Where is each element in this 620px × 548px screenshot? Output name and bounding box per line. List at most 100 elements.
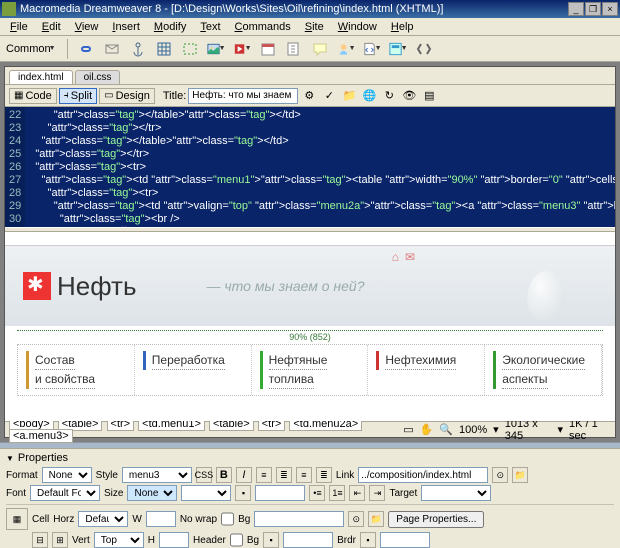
- target-select[interactable]: [421, 485, 491, 501]
- comment-icon[interactable]: [309, 38, 331, 60]
- merge-cells-icon[interactable]: ⊟: [32, 532, 48, 548]
- nav-item-refining[interactable]: Переработка: [135, 345, 252, 395]
- bg-color-input[interactable]: [283, 532, 333, 548]
- h-input[interactable]: [159, 532, 189, 548]
- properties-title[interactable]: ▼Properties: [6, 451, 614, 465]
- bg-browse-icon[interactable]: 📁: [368, 511, 384, 527]
- nav-item-fuels[interactable]: Нефтяныетоплива: [252, 345, 369, 395]
- size-select[interactable]: None: [127, 485, 177, 501]
- nav-item-composition[interactable]: Состави свойства: [18, 345, 135, 395]
- bg-input[interactable]: [254, 511, 344, 527]
- div-icon[interactable]: [179, 38, 201, 60]
- split-cells-icon[interactable]: ⊞: [52, 532, 68, 548]
- point-to-file-icon[interactable]: ⊙: [492, 467, 508, 483]
- named-anchor-icon[interactable]: [127, 38, 149, 60]
- w-input[interactable]: [146, 511, 176, 527]
- brdr-color-input[interactable]: [380, 532, 430, 548]
- format-label: Format: [6, 470, 38, 481]
- tag-path[interactable]: <body> <table> <tr> <td.menu1> <table> <…: [9, 418, 403, 442]
- format-select[interactable]: None: [42, 467, 92, 483]
- date-icon[interactable]: [257, 38, 279, 60]
- font-select[interactable]: Default Font: [30, 485, 100, 501]
- menu-modify[interactable]: Modify: [148, 20, 192, 34]
- menu-site[interactable]: Site: [299, 20, 330, 34]
- outdent-icon[interactable]: ⇤: [349, 485, 365, 501]
- brdr-color-swatch[interactable]: ▪: [360, 532, 376, 548]
- menu-help[interactable]: Help: [385, 20, 420, 34]
- tab-index-html[interactable]: index.html: [9, 70, 73, 84]
- bg-color-swatch[interactable]: ▪: [263, 532, 279, 548]
- style-select[interactable]: menu3: [122, 467, 192, 483]
- document-tabs: index.html oil.css: [5, 67, 615, 85]
- menu-view[interactable]: View: [69, 20, 105, 34]
- menu-text[interactable]: Text: [194, 20, 226, 34]
- home-icon[interactable]: ⌂: [392, 250, 399, 264]
- hand-tool-icon[interactable]: ✋: [420, 423, 434, 436]
- visual-aids-icon[interactable]: ▤: [420, 87, 438, 105]
- italic-button[interactable]: I: [236, 467, 252, 483]
- indent-icon[interactable]: ⇥: [369, 485, 385, 501]
- bold-button[interactable]: B: [216, 467, 232, 483]
- code-content[interactable]: "attr">class="tag"></table>"attr">class=…: [25, 107, 615, 227]
- templates-icon[interactable]: ▼: [387, 38, 409, 60]
- horz-select[interactable]: Default: [78, 511, 128, 527]
- refresh-icon[interactable]: ↻: [380, 87, 398, 105]
- ul-icon[interactable]: •≡: [309, 485, 325, 501]
- table-icon[interactable]: [153, 38, 175, 60]
- hyperlink-icon[interactable]: [75, 38, 97, 60]
- ol-icon[interactable]: 1≡: [329, 485, 345, 501]
- head-icon[interactable]: ▼: [335, 38, 357, 60]
- vert-select[interactable]: Top: [94, 532, 144, 548]
- insert-category[interactable]: Common ▼: [6, 43, 56, 55]
- menu-commands[interactable]: Commands: [229, 20, 297, 34]
- align-justify-icon[interactable]: ≣: [316, 467, 332, 483]
- image-icon[interactable]: ▼: [205, 38, 227, 60]
- cell-icon[interactable]: ▦: [6, 508, 28, 530]
- design-view[interactable]: ⌂ ✉ Нефть — что мы знаем о ней? 90% (852…: [5, 246, 615, 421]
- view-options-icon[interactable]: 👁: [400, 87, 418, 105]
- text-color-input[interactable]: [255, 485, 305, 501]
- document-toolbar: ▦ Code ⫞ Split ▭ Design Title: ⚙ ✓ 📁 🌐 ↻…: [5, 85, 615, 107]
- align-left-icon[interactable]: ≡: [256, 467, 272, 483]
- menu-insert[interactable]: Insert: [106, 20, 146, 34]
- design-view-button[interactable]: ▭ Design: [99, 88, 155, 104]
- minimize-button[interactable]: _: [568, 2, 584, 16]
- size-unit-select[interactable]: [181, 485, 231, 501]
- nowrap-checkbox[interactable]: [221, 511, 234, 527]
- media-icon[interactable]: ▼: [231, 38, 253, 60]
- split-view-button[interactable]: ⫞ Split: [59, 88, 97, 104]
- maximize-button[interactable]: ❐: [585, 2, 601, 16]
- text-color-icon[interactable]: ▪: [235, 485, 251, 501]
- window-size[interactable]: 1013 x 345: [505, 418, 552, 442]
- page-properties-button[interactable]: Page Properties...: [388, 511, 484, 528]
- align-right-icon[interactable]: ≡: [296, 467, 312, 483]
- menu-window[interactable]: Window: [332, 20, 383, 34]
- document-title-input[interactable]: [188, 88, 298, 104]
- css-button[interactable]: CSS: [196, 467, 212, 483]
- menu-file[interactable]: File: [4, 20, 34, 34]
- zoom-tool-icon[interactable]: 🔍: [439, 423, 453, 436]
- close-button[interactable]: ×: [602, 2, 618, 16]
- email-link-icon[interactable]: [101, 38, 123, 60]
- link-input[interactable]: [358, 467, 488, 483]
- mail-icon[interactable]: ✉: [405, 250, 415, 264]
- nav-item-petrochem[interactable]: Нефтехимия: [368, 345, 485, 395]
- file-mgmt-icon[interactable]: 📁: [340, 87, 358, 105]
- nav-item-ecology[interactable]: Экологическиеаспекты: [485, 345, 602, 395]
- script-icon[interactable]: ▼: [361, 38, 383, 60]
- server-include-icon[interactable]: [283, 38, 305, 60]
- zoom-level[interactable]: 100%: [459, 424, 487, 436]
- tag-chooser-icon[interactable]: [413, 38, 435, 60]
- tab-oil-css[interactable]: oil.css: [75, 70, 121, 84]
- select-tool-icon[interactable]: ▭: [403, 423, 413, 436]
- bg-point-icon[interactable]: ⊙: [348, 511, 364, 527]
- header-checkbox[interactable]: [230, 532, 243, 548]
- validate-icon[interactable]: ✓: [320, 87, 338, 105]
- no-browser-check-icon[interactable]: ⚙: [300, 87, 318, 105]
- preview-icon[interactable]: 🌐: [360, 87, 378, 105]
- align-center-icon[interactable]: ≣: [276, 467, 292, 483]
- menu-edit[interactable]: Edit: [36, 20, 67, 34]
- browse-file-icon[interactable]: 📁: [512, 467, 528, 483]
- code-view-button[interactable]: ▦ Code: [9, 88, 57, 104]
- code-view[interactable]: 2223242526272829303132333435 "attr">clas…: [5, 107, 615, 227]
